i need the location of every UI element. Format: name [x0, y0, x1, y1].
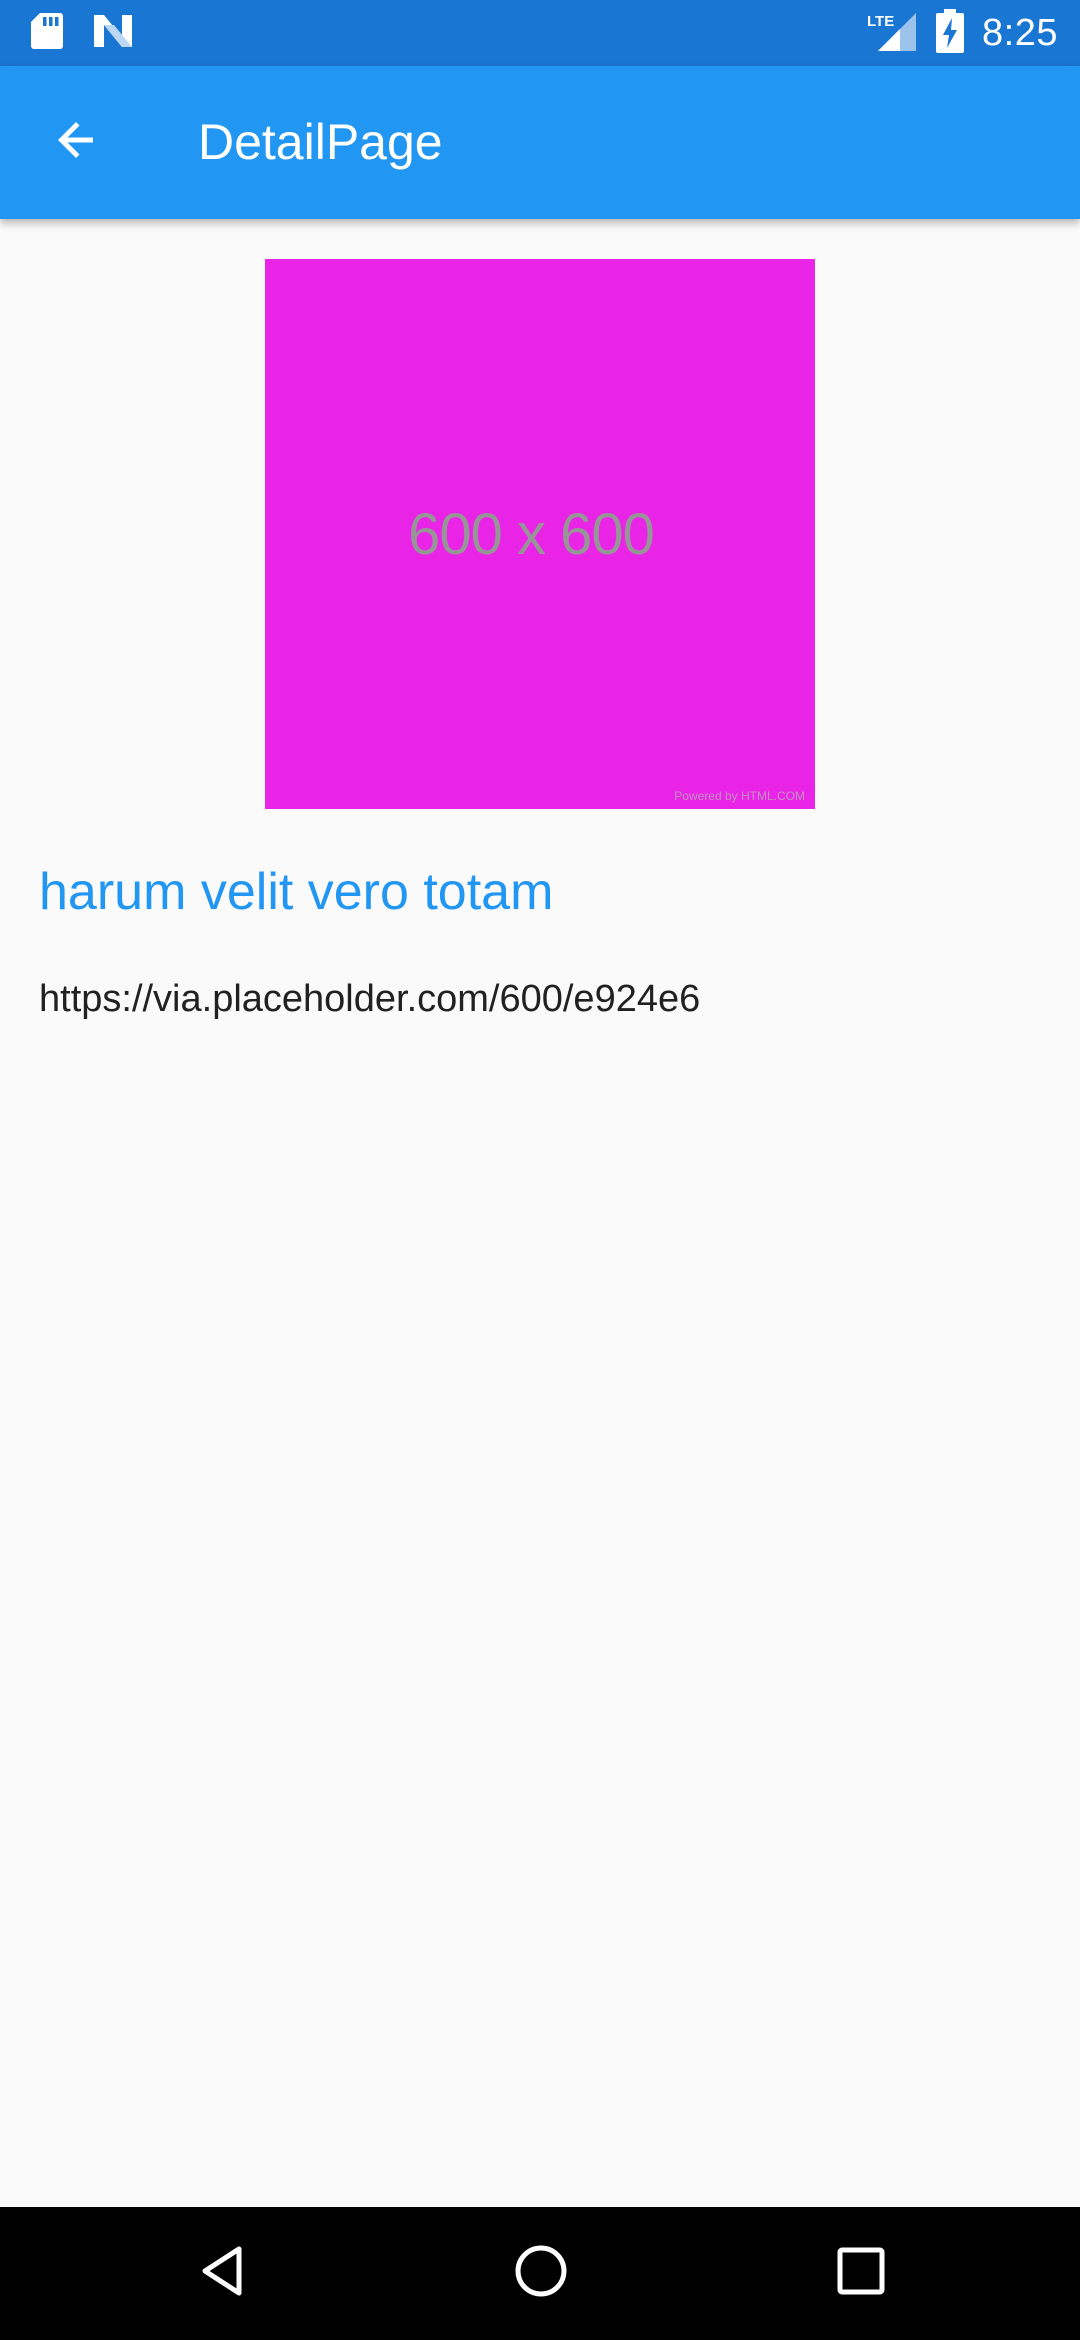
page-title: DetailPage — [198, 114, 443, 170]
nav-recents-button[interactable] — [794, 2207, 927, 2340]
home-circle-icon — [511, 2241, 571, 2306]
status-bar: LTE 8:25 — [0, 0, 1080, 66]
image-size-label: 600 x 600 — [408, 501, 655, 567]
back-button[interactable] — [30, 96, 123, 189]
item-title: harum velit vero totam — [39, 863, 554, 921]
recents-square-icon — [833, 2243, 889, 2304]
lte-signal-icon: LTE — [866, 9, 918, 58]
placeholder-image: 600 x 600 Powered by HTML.COM — [265, 259, 815, 809]
item-url: https://via.placeholder.com/600/e924e6 — [39, 978, 701, 1020]
arrow-back-icon — [53, 116, 101, 169]
nav-home-button[interactable] — [474, 2207, 607, 2340]
back-triangle-icon — [195, 2243, 251, 2304]
sd-card-icon — [30, 12, 64, 55]
system-navigation-bar — [0, 2207, 1080, 2340]
image-credit: Powered by HTML.COM — [674, 789, 805, 803]
app-bar: DetailPage — [0, 66, 1080, 219]
nav-back-button[interactable] — [156, 2207, 289, 2340]
status-time: 8:25 — [982, 11, 1058, 54]
battery-charging-icon — [936, 8, 965, 58]
n-notification-icon — [92, 13, 134, 54]
svg-text:LTE: LTE — [867, 13, 894, 30]
